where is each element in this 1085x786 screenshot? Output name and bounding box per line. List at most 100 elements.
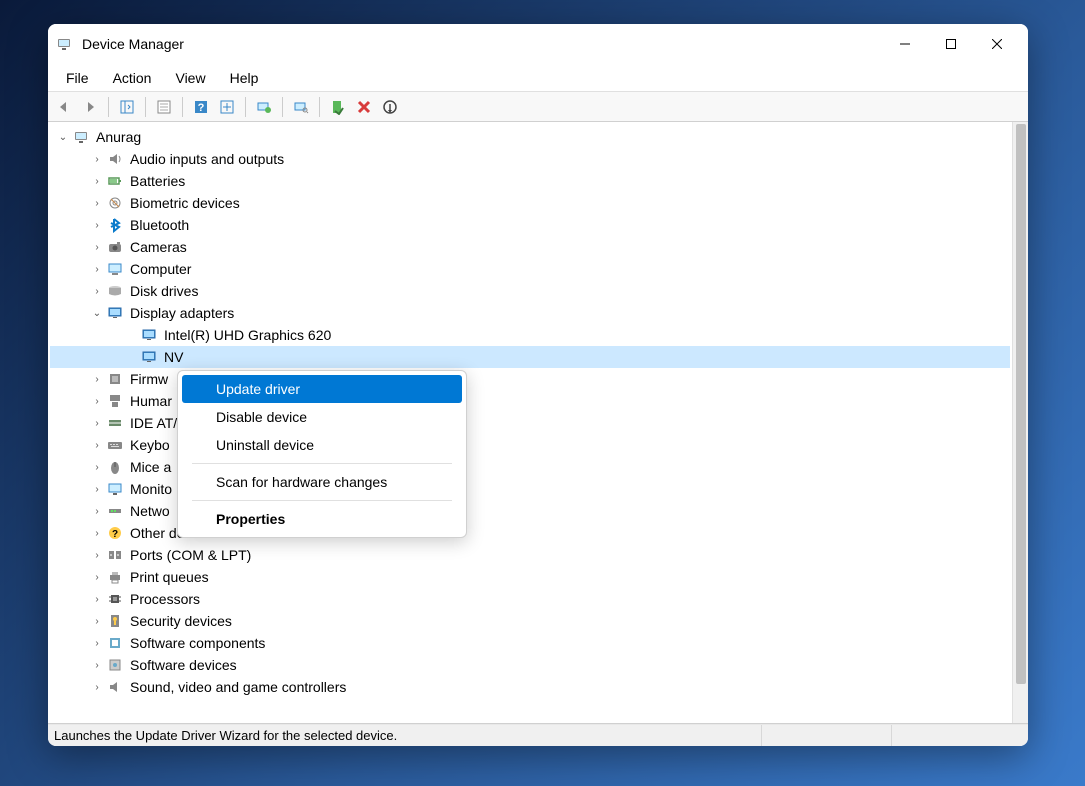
svg-text:?: ? (198, 102, 205, 114)
tree-category-label: Print queues (130, 569, 209, 585)
uninstall-device-button[interactable] (352, 95, 376, 119)
action-button[interactable] (215, 95, 239, 119)
show-hide-tree-button[interactable] (115, 95, 139, 119)
tree-category-label: Software devices (130, 657, 237, 673)
mouse-icon (106, 459, 124, 475)
close-button[interactable] (974, 28, 1020, 60)
tree-category[interactable]: › Sound, video and game controllers (50, 676, 1010, 698)
chevron-right-icon[interactable]: › (90, 394, 104, 408)
menu-file[interactable]: File (54, 66, 101, 90)
tree-root[interactable]: ⌄ Anurag (50, 126, 1010, 148)
menu-help[interactable]: Help (218, 66, 271, 90)
tree-category[interactable]: › Batteries (50, 170, 1010, 192)
tree-category[interactable]: › Ports (COM & LPT) (50, 544, 1010, 566)
tree-category[interactable]: › Software components (50, 632, 1010, 654)
chevron-right-icon[interactable]: › (90, 240, 104, 254)
display-icon (106, 305, 124, 321)
chevron-right-icon[interactable]: › (90, 636, 104, 650)
printer-icon (106, 569, 124, 585)
chevron-right-icon[interactable]: › (90, 504, 104, 518)
minimize-button[interactable] (882, 28, 928, 60)
context-menu-item[interactable]: Uninstall device (182, 431, 462, 459)
window-controls (882, 28, 1020, 60)
chevron-right-icon[interactable]: › (90, 262, 104, 276)
tree-category[interactable]: › Cameras (50, 236, 1010, 258)
svg-text:?: ? (112, 529, 118, 540)
tree-category-label: Firmw (130, 371, 168, 387)
toolbar: ? (48, 92, 1028, 122)
chevron-right-icon[interactable]: › (90, 416, 104, 430)
chevron-right-icon[interactable]: › (90, 548, 104, 562)
context-menu-item[interactable]: Scan for hardware changes (182, 468, 462, 496)
chevron-right-icon[interactable]: › (90, 196, 104, 210)
update-driver-button[interactable] (252, 95, 276, 119)
security-icon (106, 613, 124, 629)
help-button[interactable]: ? (189, 95, 213, 119)
context-menu-item[interactable]: Properties (182, 505, 462, 533)
chevron-right-icon[interactable]: › (90, 218, 104, 232)
context-menu-separator (192, 463, 452, 464)
tree-category[interactable]: › Processors (50, 588, 1010, 610)
chevron-right-icon[interactable]: › (90, 592, 104, 606)
context-menu-item[interactable]: Update driver (182, 375, 462, 403)
chevron-right-icon[interactable]: › (90, 570, 104, 584)
computer-icon (106, 261, 124, 277)
vertical-scrollbar[interactable] (1012, 122, 1028, 723)
tree-category[interactable]: › Disk drives (50, 280, 1010, 302)
chevron-right-icon[interactable]: › (90, 614, 104, 628)
enable-device-button[interactable] (326, 95, 350, 119)
hid-icon (106, 393, 124, 409)
bluetooth-icon (106, 217, 124, 233)
chevron-right-icon[interactable]: › (90, 658, 104, 672)
tree-category[interactable]: › Print queues (50, 566, 1010, 588)
other-icon: ? (106, 525, 124, 541)
cpu-icon (106, 591, 124, 607)
tree-category[interactable]: › Software devices (50, 654, 1010, 676)
tree-category[interactable]: › Computer (50, 258, 1010, 280)
chevron-right-icon[interactable]: › (90, 526, 104, 540)
port-icon (106, 547, 124, 563)
nav-back-button[interactable] (52, 95, 76, 119)
chevron-right-icon[interactable]: › (90, 482, 104, 496)
tree-category[interactable]: ⌄ Display adapters (50, 302, 1010, 324)
chevron-right-icon[interactable]: › (90, 438, 104, 452)
softdev-icon (106, 657, 124, 673)
tree-category-label: Bluetooth (130, 217, 189, 233)
tree-category-label: Biometric devices (130, 195, 240, 211)
tree-category-label: Keybo (130, 437, 170, 453)
tree-category-label: Batteries (130, 173, 185, 189)
tree-device[interactable]: Intel(R) UHD Graphics 620 (50, 324, 1010, 346)
chevron-down-icon[interactable]: ⌄ (90, 306, 104, 320)
scan-hardware-button[interactable] (289, 95, 313, 119)
network-icon (106, 503, 124, 519)
menu-view[interactable]: View (163, 66, 217, 90)
tree-category[interactable]: › Audio inputs and outputs (50, 148, 1010, 170)
chevron-right-icon[interactable]: › (90, 174, 104, 188)
chevron-down-icon[interactable]: ⌄ (56, 130, 70, 144)
maximize-button[interactable] (928, 28, 974, 60)
context-menu-item[interactable]: Disable device (182, 403, 462, 431)
tree-category[interactable]: › Bluetooth (50, 214, 1010, 236)
softcomp-icon (106, 635, 124, 651)
display-icon (140, 327, 158, 343)
chevron-right-icon[interactable]: › (90, 284, 104, 298)
menu-action[interactable]: Action (101, 66, 164, 90)
tree-device[interactable]: NV (50, 346, 1010, 368)
display-icon (140, 349, 158, 365)
chevron-right-icon[interactable]: › (90, 372, 104, 386)
disable-device-button[interactable] (378, 95, 402, 119)
titlebar: Device Manager (48, 24, 1028, 64)
camera-icon (106, 239, 124, 255)
ide-icon (106, 415, 124, 431)
scrollbar-thumb[interactable] (1016, 124, 1026, 684)
tree-category[interactable]: › Security devices (50, 610, 1010, 632)
tree-category-label: Sound, video and game controllers (130, 679, 346, 695)
menubar: File Action View Help (48, 64, 1028, 92)
tree-category-label: Software components (130, 635, 265, 651)
nav-forward-button[interactable] (78, 95, 102, 119)
chevron-right-icon[interactable]: › (90, 680, 104, 694)
chevron-right-icon[interactable]: › (90, 152, 104, 166)
chevron-right-icon[interactable]: › (90, 460, 104, 474)
properties-button[interactable] (152, 95, 176, 119)
tree-category[interactable]: › Biometric devices (50, 192, 1010, 214)
